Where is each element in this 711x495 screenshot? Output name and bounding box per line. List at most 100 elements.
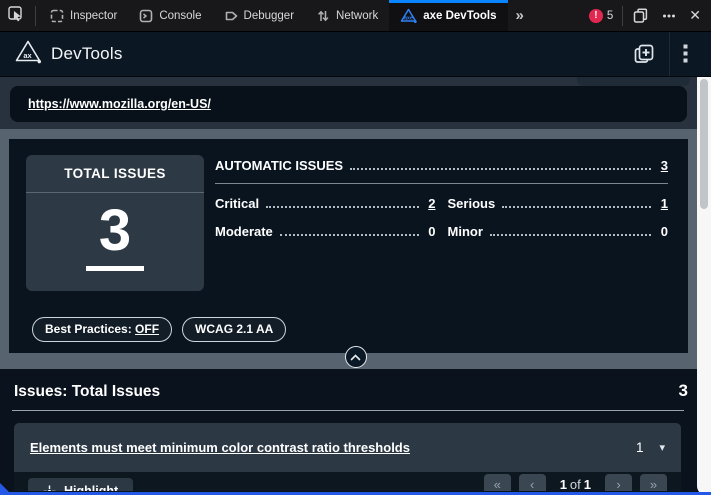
highlight-crosshair-icon [43,485,56,492]
automatic-issues-row: AUTOMATIC ISSUES 3 [215,158,668,173]
automatic-issues-value-link[interactable]: 3 [658,158,668,173]
svg-text:axe: axe [404,15,413,21]
first-page-button[interactable]: « [484,474,511,492]
panel-title: DevTools [51,44,123,64]
debugger-icon [224,9,238,23]
tab-label: Debugger [244,10,295,22]
inspector-icon [50,9,64,23]
scrollbar-thumb[interactable] [700,79,708,209]
tab-label: Network [336,10,378,22]
toolbar-separator [622,6,623,26]
tab-axe-devtools[interactable]: axe axe DevTools [389,0,507,31]
issues-section: Issues: Total Issues 3 Elements must mee… [0,369,711,494]
stat-value: 0 [658,224,668,239]
issues-total-count: 3 [679,381,688,401]
tab-overflow-chevron-icon[interactable]: » [508,0,532,31]
error-icon: ! [589,9,603,23]
stat-row-minor: Minor 0 [448,224,669,239]
scrolled-element-peek [577,77,690,86]
tab-debugger[interactable]: Debugger [213,0,306,31]
axe-panel-header: ax DevTools [0,32,711,77]
vertical-scrollbar[interactable] [697,77,711,495]
wcag-standard-label: WCAG 2.1 AA [195,322,273,336]
stat-value-link[interactable]: 1 [658,196,668,211]
issue-card-body: Highlight « ‹ 1of1 › » [14,472,681,491]
tab-console[interactable]: Console [128,0,212,31]
kebab-menu-button[interactable] [670,32,701,76]
chevron-up-icon [350,354,361,361]
dotted-leader [350,168,651,170]
stat-row-moderate: Moderate 0 [215,224,436,239]
total-issues-value-link[interactable]: 3 [86,198,144,271]
network-icon [316,9,330,23]
svg-text:ax: ax [23,51,32,60]
dotted-leader [502,206,651,208]
last-page-button[interactable]: » [640,474,667,492]
split-console-button[interactable] [626,8,655,23]
new-scan-button[interactable] [619,32,669,76]
dotted-leader [490,234,651,236]
kebab-menu-icon [683,44,688,64]
total-pages: 1 [584,477,591,491]
total-issues-label: TOTAL ISSUES [26,155,204,193]
meatball-menu-button[interactable] [655,9,683,23]
devtools-tabbar: Inspector Console Debugger Network axe a… [0,0,711,32]
split-console-icon [633,8,648,23]
best-practices-toggle[interactable]: Best Practices: OFF [32,317,172,342]
console-error-badge[interactable]: ! 5 [583,9,619,23]
stat-label: Minor [448,224,483,239]
issues-divider [12,410,684,411]
stat-row-critical: Critical 2 [215,196,436,211]
stat-value: 0 [426,224,436,239]
close-devtools-button[interactable]: ✕ [683,7,711,24]
add-page-icon [632,42,656,66]
meatball-menu-icon [662,9,676,23]
stat-label: Moderate [215,224,273,239]
toolbar-right-group: ! 5 ✕ [583,0,711,31]
console-icon [139,9,153,23]
issues-heading: Issues: Total Issues [14,383,160,401]
page-indicator: 1of1 [560,477,591,491]
node-picker-icon [8,6,24,25]
next-page-button[interactable]: › [605,474,632,492]
automatic-issues-label: AUTOMATIC ISSUES [215,158,343,173]
stat-row-serious: Serious 1 [448,196,669,211]
summary-zone: TOTAL ISSUES 3 AUTOMATIC ISSUES 3 [0,129,711,369]
page-of-label: of [567,477,584,491]
summary-panel: TOTAL ISSUES 3 AUTOMATIC ISSUES 3 [9,139,688,353]
issue-title-link[interactable]: Elements must meet minimum color contras… [30,440,636,455]
tab-label: Console [159,10,201,22]
highlight-button[interactable]: Highlight [28,478,133,491]
scanned-page-link[interactable]: https://www.mozilla.org/en-US/ [28,97,211,111]
stat-label: Critical [215,196,259,211]
axe-tab-icon: axe [400,8,417,23]
issue-card-header[interactable]: Elements must meet minimum color contras… [14,423,681,472]
error-count: 5 [607,10,613,22]
node-picker-button[interactable] [0,0,32,31]
dotted-leader [266,206,418,208]
prev-page-button[interactable]: ‹ [519,474,546,492]
axe-logo-icon: ax [14,39,42,69]
issue-pagination: « ‹ 1of1 › » [484,478,667,491]
collapse-summary-button[interactable] [345,346,367,368]
tab-inspector[interactable]: Inspector [39,0,128,31]
best-practices-state: OFF [135,322,159,336]
tab-network[interactable]: Network [305,0,389,31]
filter-badges: Best Practices: OFF WCAG 2.1 AA [26,317,668,342]
issue-stats: AUTOMATIC ISSUES 3 Critical 2 [215,155,668,291]
panel-header-actions [619,32,701,76]
stats-divider [215,183,668,184]
wcag-standard-badge[interactable]: WCAG 2.1 AA [182,317,286,342]
toolbar-separator [35,6,36,26]
issue-card: Elements must meet minimum color contras… [14,423,681,491]
best-practices-label: Best Practices: [45,322,135,336]
chevron-down-icon[interactable]: ▾ [659,441,665,454]
stat-value-link[interactable]: 2 [426,196,436,211]
axe-panel-content: https://www.mozilla.org/en-US/ TOTAL ISS… [0,77,711,494]
highlight-label: Highlight [64,484,118,491]
total-issues-card: TOTAL ISSUES 3 [26,155,204,291]
url-box: https://www.mozilla.org/en-US/ [10,86,687,122]
dotted-leader [280,234,419,236]
tab-label: Inspector [70,10,117,22]
stat-label: Serious [448,196,496,211]
